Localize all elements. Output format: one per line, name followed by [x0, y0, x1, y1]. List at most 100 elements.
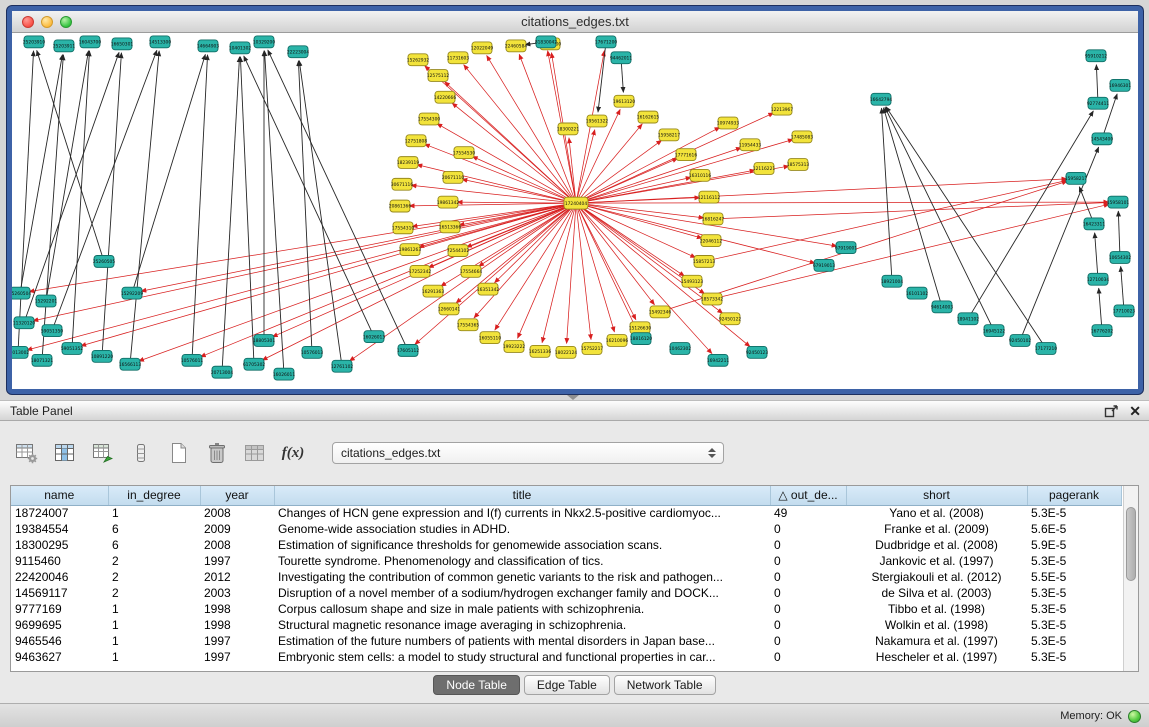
table-cell[interactable]: 2009 [200, 521, 274, 537]
network-window-titlebar[interactable]: citations_edges.txt [12, 11, 1138, 33]
graph-node[interactable]: 17252342 [409, 265, 432, 277]
table-cell[interactable]: 5.6E-5 [1027, 521, 1121, 537]
graph-node[interactable]: 10576013 [301, 346, 324, 358]
table-cell[interactable]: 1997 [200, 649, 274, 665]
graph-edge[interactable] [968, 111, 1093, 319]
graph-node[interactable]: 18921004 [881, 275, 904, 287]
table-cell[interactable]: 0 [770, 601, 846, 617]
graph-node[interactable]: 20861366 [389, 200, 412, 212]
graph-edge[interactable] [192, 55, 208, 361]
graph-node[interactable]: 16945122 [983, 325, 1006, 337]
graph-node[interactable]: 16251336 [529, 345, 552, 357]
column-header-1[interactable]: in_degree [108, 486, 200, 505]
table-cell[interactable]: 5.3E-5 [1027, 649, 1121, 665]
graph-node[interactable]: 10401302 [229, 42, 252, 54]
graph-node[interactable]: 12710034 [1087, 273, 1110, 285]
graph-node[interactable]: 15292209 [121, 287, 144, 299]
table-cell[interactable]: 0 [770, 569, 846, 585]
graph-node[interactable]: 22460584 [505, 40, 528, 52]
import-table-icon[interactable] [90, 440, 116, 466]
graph-node[interactable]: 94614003 [931, 301, 954, 313]
table-cell[interactable]: de Silva et al. (2003) [846, 585, 1027, 601]
graph-node[interactable]: 11013002 [12, 346, 29, 358]
graph-node[interactable]: 20671110 [442, 171, 465, 183]
graph-node[interactable]: 30671116 [391, 178, 414, 190]
column-header-5[interactable]: short [846, 486, 1027, 505]
graph-edge[interactable] [24, 52, 119, 322]
graph-node[interactable]: 15493123 [681, 275, 704, 287]
graph-node[interactable]: 14543400 [1091, 133, 1114, 145]
graph-node[interactable]: 19861342 [437, 196, 460, 208]
graph-edge[interactable] [456, 203, 576, 303]
table-cell[interactable]: 1998 [200, 601, 274, 617]
table-cell[interactable]: 22420046 [11, 569, 108, 585]
table-cell[interactable]: Franke et al. (2009) [846, 521, 1027, 537]
graph-node[interactable]: 61705302 [243, 358, 266, 370]
graph-edge[interactable] [20, 55, 62, 293]
graph-node[interactable]: 17177210 [1035, 343, 1058, 355]
table-row[interactable]: 969969511998Structural magnetic resonanc… [11, 617, 1121, 633]
table-cell[interactable]: 18300295 [11, 537, 108, 553]
network-graph-svg[interactable]: 1724040415262932125751121173160312022049… [12, 34, 1138, 389]
graph-node[interactable]: 10329200 [253, 36, 276, 48]
graph-node[interactable]: 16642794 [870, 93, 893, 105]
table-row[interactable]: 1938455462009Genome-wide association stu… [11, 521, 1121, 537]
graph-edge[interactable] [412, 203, 576, 226]
graph-node[interactable]: 19561322 [586, 115, 609, 127]
graph-node[interactable]: 11731603 [447, 52, 470, 64]
graph-node[interactable]: 16162615 [637, 111, 660, 123]
graph-node[interactable]: 16776202 [1091, 325, 1114, 337]
graph-edge[interactable] [576, 127, 720, 203]
graph-edge[interactable] [576, 203, 637, 330]
table-cell[interactable]: 1 [108, 633, 200, 649]
graph-node[interactable]: 10576011 [181, 354, 204, 366]
table-cell[interactable]: 5.9E-5 [1027, 537, 1121, 553]
graph-node[interactable]: 16210096 [606, 335, 629, 347]
graph-hub-node[interactable]: 17240404 [564, 197, 588, 209]
graph-node[interactable]: 67919001 [835, 242, 858, 254]
graph-node[interactable]: 18941102 [957, 313, 980, 325]
graph-edge[interactable] [704, 180, 1067, 261]
table-cell[interactable]: 0 [770, 537, 846, 553]
graph-node[interactable]: 16026013 [363, 331, 386, 343]
graph-node[interactable]: 14664903 [197, 40, 220, 52]
graph-node[interactable]: 14220666 [434, 91, 457, 103]
graph-node[interactable]: 22223004 [287, 46, 310, 58]
graph-node[interactable]: 10654302 [1109, 252, 1132, 264]
graph-edge[interactable] [27, 203, 576, 350]
table-cell[interactable]: 1998 [200, 617, 274, 633]
graph-edge[interactable] [437, 123, 576, 203]
table-cell[interactable]: Structural magnetic resonance image aver… [274, 617, 770, 633]
graph-node[interactable]: 11320120 [13, 317, 36, 329]
graph-edge[interactable] [445, 82, 576, 203]
graph-node[interactable]: 92450102 [1009, 335, 1032, 347]
table-selector-dropdown[interactable]: citations_edges.txt [332, 442, 724, 464]
column-header-0[interactable]: name [11, 486, 108, 505]
graph-edge[interactable] [712, 204, 1109, 299]
graph-node[interactable]: 12660141 [438, 303, 461, 315]
graph-node[interactable]: 16351342 [477, 283, 500, 295]
graph-node[interactable]: 16055110 [479, 332, 502, 344]
graph-node[interactable]: 92450123 [746, 346, 769, 358]
graph-node[interactable]: 25203911 [53, 40, 76, 52]
graph-node[interactable]: 17485083 [791, 131, 814, 143]
graph-node[interactable]: 12116221 [753, 163, 776, 175]
graph-edge[interactable] [265, 51, 284, 374]
table-cell[interactable]: 6 [108, 537, 200, 553]
table-cell[interactable]: 9777169 [11, 601, 108, 617]
table-cell[interactable]: 1 [108, 649, 200, 665]
table-cell[interactable]: Tourette syndrome. Phenomenology and cla… [274, 553, 770, 569]
graph-edge[interactable] [1121, 266, 1124, 311]
table-cell[interactable]: 0 [770, 521, 846, 537]
graph-node[interactable]: 92450122 [719, 313, 742, 325]
scrollbar-thumb[interactable] [1126, 507, 1136, 581]
float-panel-icon[interactable] [1104, 404, 1119, 419]
table-cell[interactable]: 5.5E-5 [1027, 569, 1121, 585]
graph-node[interactable]: 12761102 [331, 360, 354, 372]
graph-edge[interactable] [132, 54, 205, 293]
table-cell[interactable]: Estimation of the future numbers of pati… [274, 633, 770, 649]
graph-node[interactable]: 67919013 [813, 259, 836, 271]
graph-node[interactable]: 11954433 [739, 139, 762, 151]
graph-edge[interactable] [130, 51, 159, 365]
table-cell[interactable]: 18724007 [11, 505, 108, 521]
